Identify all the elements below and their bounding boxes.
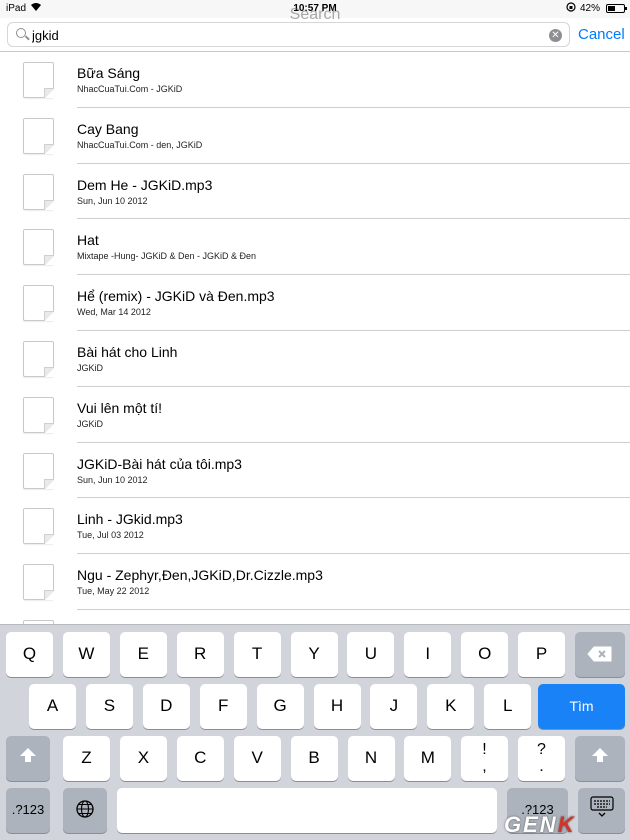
key-u[interactable]: U	[347, 632, 395, 677]
item-subtitle: Mixtape -Hung- JGKiD & Den - JGKiD & Đen	[77, 251, 257, 262]
item-title: Linh - JGkid.mp3	[77, 511, 183, 528]
key-l[interactable]: L	[484, 684, 532, 729]
space-key[interactable]	[117, 788, 497, 833]
search-header: Search ✕ Cancel	[0, 0, 630, 52]
key-s[interactable]: S	[85, 684, 133, 729]
shift-icon	[19, 736, 37, 780]
key-label: !,	[482, 741, 487, 775]
document-icon	[23, 173, 54, 210]
document-icon	[23, 229, 54, 266]
item-title: JGKiD-Bài hát của tôi.mp3	[77, 455, 242, 472]
key-r[interactable]: R	[176, 632, 224, 677]
key-e[interactable]: E	[119, 632, 167, 677]
item-subtitle: NhacCuaTui.Com - den, JGKiD	[77, 139, 203, 150]
document-icon	[23, 117, 54, 154]
item-title: Cay Bang	[77, 120, 139, 137]
clear-search-icon[interactable]: ✕	[549, 29, 562, 42]
key-b[interactable]: B	[290, 736, 338, 781]
key-n[interactable]: N	[347, 736, 395, 781]
key-w[interactable]: W	[62, 632, 110, 677]
numbers-key-left[interactable]: .?123	[6, 788, 50, 833]
key-f[interactable]: F	[199, 684, 247, 729]
key-q[interactable]: Q	[6, 632, 53, 677]
key-label: ?.	[537, 741, 546, 775]
shift-key-left[interactable]	[6, 736, 50, 781]
item-subtitle: Sun, Jun 10 2012	[77, 474, 148, 485]
item-subtitle: Tue, Jul 03 2012	[77, 530, 144, 541]
key-m[interactable]: M	[404, 736, 452, 781]
list-item[interactable]: Bữa Sáng NhacCuaTui.Com - JGKiD	[0, 52, 630, 108]
list-item[interactable]: Cay Bang NhacCuaTui.Com - den, JGKiD	[0, 108, 630, 164]
item-title: Bài hát cho Linh	[77, 343, 178, 360]
key-t[interactable]: T	[233, 632, 281, 677]
backspace-key[interactable]	[575, 632, 625, 677]
item-subtitle: JGKiD	[77, 362, 104, 373]
list-item[interactable]: Dem He - JGKiD.mp3 Sun, Jun 10 2012	[0, 164, 630, 220]
list-item[interactable]: Hể (remix) - JGKiD và Đen.mp3 Wed, Mar 14…	[0, 275, 630, 331]
list-item[interactable]: Bài hát cho Linh JGKiD	[0, 331, 630, 387]
list-item[interactable]: JGKiD-Bài hát của tôi.mp3 Sun, Jun 10 201…	[0, 443, 630, 499]
search-icon	[16, 28, 26, 38]
key-c[interactable]: C	[176, 736, 224, 781]
key-i[interactable]: I	[404, 632, 452, 677]
cancel-button[interactable]: Cancel	[578, 26, 625, 43]
document-icon	[23, 340, 54, 377]
list-item[interactable]: Vui lên một tí! JGKiD	[0, 387, 630, 443]
item-subtitle: Sun, Jun 10 2012	[77, 195, 148, 206]
backspace-icon	[587, 635, 613, 662]
shift-key-right[interactable]	[575, 736, 625, 781]
item-title: Hể (remix) - JGKiD và Đen.mp3	[77, 288, 275, 305]
document-icon	[23, 452, 54, 489]
watermark-logo: GENK	[504, 812, 576, 837]
globe-icon	[75, 800, 95, 819]
key-a[interactable]: A	[29, 684, 76, 729]
document-icon	[23, 564, 54, 601]
search-results-list: Bữa Sáng NhacCuaTui.Com - JGKiD Cay Bang Nh…	[0, 52, 630, 624]
keyboard-icon	[589, 796, 614, 819]
search-input[interactable]	[32, 26, 532, 44]
key-y[interactable]: Y	[290, 632, 338, 677]
on-screen-keyboard: Q W E R T Y U I O P A S D F G H J K L Tìm Z X C V B N M!,?. .?123.?…	[0, 624, 630, 840]
key-exclamation-comma[interactable]: !,	[461, 736, 508, 781]
item-subtitle: Tue, May 22 2012	[77, 586, 150, 597]
item-subtitle: JGKiD	[77, 418, 104, 429]
document-icon	[23, 508, 54, 545]
key-p[interactable]: P	[518, 632, 566, 677]
globe-key[interactable]	[63, 788, 107, 833]
item-title: Bữa Sáng	[77, 65, 141, 81]
list-item[interactable]: Linh - JGkid.mp3 Tue, Jul 03 2012	[0, 498, 630, 555]
key-z[interactable]: Z	[63, 736, 110, 781]
item-title: Ngu - Zephyr,Đen,JGKiD,Dr.Cizzle.mp3	[77, 567, 323, 584]
key-j[interactable]: J	[370, 684, 418, 729]
search-return-key[interactable]: Tìm	[538, 684, 625, 729]
shift-icon	[591, 736, 609, 780]
list-item[interactable]	[0, 610, 630, 624]
document-icon	[23, 396, 54, 433]
hide-keyboard-key[interactable]	[578, 788, 625, 833]
key-o[interactable]: O	[461, 632, 509, 677]
item-subtitle: Wed, Mar 14 2012	[77, 307, 151, 318]
key-d[interactable]: D	[142, 684, 190, 729]
item-title: Vui lên một tí!	[77, 399, 163, 416]
document-icon	[23, 62, 54, 98]
key-g[interactable]: G	[256, 684, 304, 729]
search-field[interactable]: ✕	[7, 22, 570, 47]
document-icon	[23, 285, 54, 322]
key-v[interactable]: V	[233, 736, 281, 781]
key-x[interactable]: X	[119, 736, 167, 781]
key-question-period[interactable]: ?.	[518, 736, 565, 781]
item-title: Dem He - JGKiD.mp3	[77, 176, 213, 193]
key-k[interactable]: K	[427, 684, 475, 729]
key-h[interactable]: H	[313, 684, 361, 729]
list-item[interactable]: Ngu - Zephyr,Đen,JGKiD,Dr.Cizzle.mp3 Tue,…	[0, 554, 630, 610]
list-item[interactable]: Hat Mixtape -Hung- JGKiD & Den - JGKiD & …	[0, 219, 630, 276]
item-subtitle: NhacCuaTui.Com - JGKiD	[77, 84, 183, 94]
item-title: Hat	[77, 232, 99, 249]
